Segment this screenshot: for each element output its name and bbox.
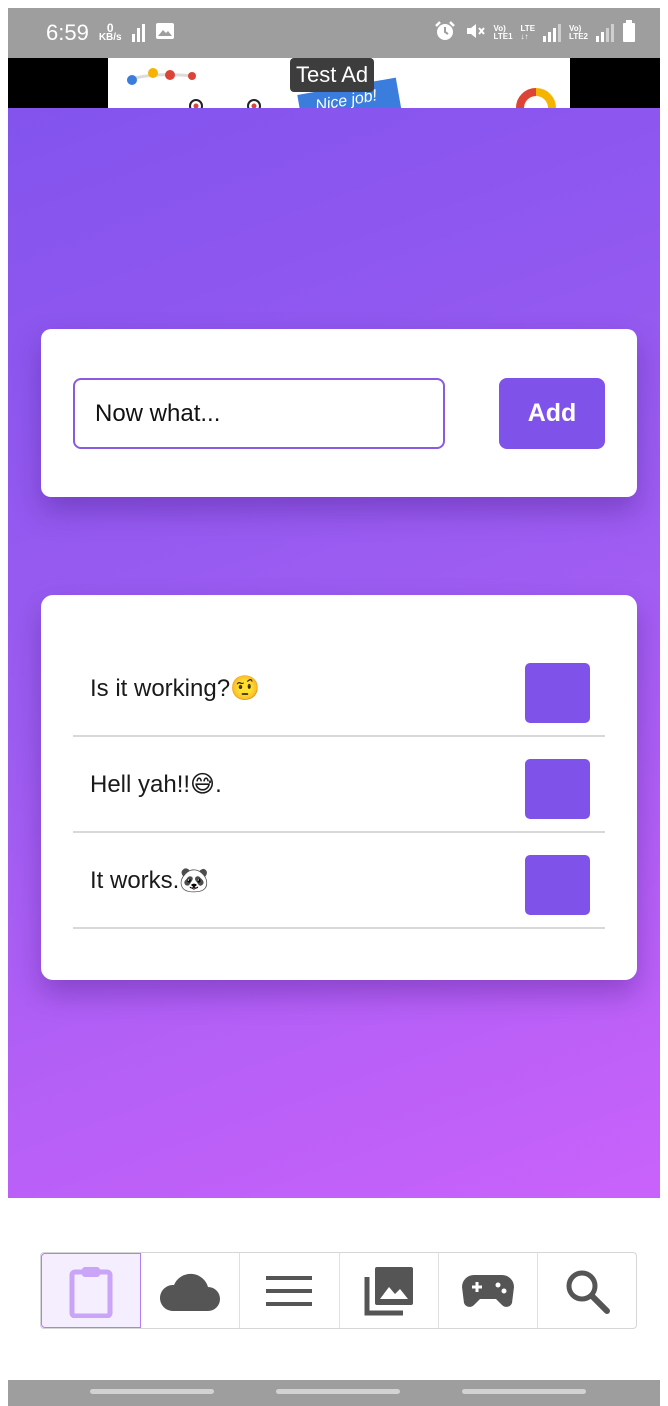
status-time: 6:59 (46, 20, 89, 45)
sim1-label-bottom: LTE1 (493, 32, 513, 41)
nav-tab-photos[interactable] (340, 1253, 439, 1328)
network-speed-unit: KB/s (98, 32, 122, 43)
todo-list-card: Is it working?🤨 Hell yah!!😅. It works.🐼 (41, 595, 637, 980)
back-button[interactable] (462, 1389, 586, 1394)
photo-library-icon (364, 1266, 413, 1315)
todo-item-text: It works.🐼 (90, 866, 210, 894)
todo-item: Is it working?🤨 (73, 641, 605, 737)
add-button[interactable]: Add (499, 378, 605, 449)
mute-icon (464, 20, 486, 47)
menu-icon (266, 1275, 313, 1306)
status-left: 6:59 0 KB/s (46, 20, 175, 46)
nav-tab-menu[interactable] (240, 1253, 340, 1328)
home-button[interactable] (276, 1389, 400, 1394)
sim1-volte-label: Vo) LTE1 (494, 25, 513, 41)
ad-banner[interactable]: Nice job! Test Ad (8, 58, 660, 108)
system-navigation-bar (8, 1380, 660, 1406)
lte-label: LTE ↓↑ (521, 25, 536, 41)
status-bar: 6:59 0 KB/s Vo) LTE1 LTE ↓↑ Vo) LTE2 (8, 8, 660, 58)
todo-item: It works.🐼 (73, 833, 605, 929)
activity-bars-icon (131, 24, 145, 42)
todo-input[interactable] (73, 378, 445, 449)
image-notification-icon (155, 22, 175, 45)
input-card: Add (41, 329, 637, 497)
signal-strength-2-icon (596, 24, 614, 42)
nav-tab-cloud[interactable] (141, 1253, 241, 1328)
todo-item-text: Hell yah!!😅. (90, 770, 222, 798)
bottom-navigation (40, 1252, 637, 1329)
status-right: Vo) LTE1 LTE ↓↑ Vo) LTE2 (434, 19, 636, 47)
signal-strength-icon (543, 24, 562, 42)
network-speed: 0 KB/s (98, 22, 122, 43)
cloud-icon (160, 1273, 221, 1311)
nav-tab-games[interactable] (439, 1253, 538, 1328)
sim2-volte-label: Vo) LTE2 (569, 25, 588, 41)
clipboard-icon (69, 1266, 113, 1318)
todo-item-action-button[interactable] (525, 759, 590, 819)
gamepad-icon (461, 1274, 514, 1307)
nav-tab-clipboard[interactable] (41, 1253, 142, 1328)
todo-item-action-button[interactable] (525, 663, 590, 723)
battery-icon (622, 19, 636, 47)
sim2-label-bottom: LTE2 (569, 32, 588, 41)
todo-item-action-button[interactable] (525, 855, 590, 915)
recent-apps-button[interactable] (90, 1389, 214, 1394)
nav-tab-search[interactable] (538, 1253, 636, 1328)
lte-arrows: ↓↑ (520, 32, 529, 41)
alarm-icon (434, 20, 456, 47)
todo-item: Hell yah!!😅. (73, 737, 605, 833)
search-icon (566, 1270, 610, 1314)
test-ad-label: Test Ad (290, 58, 375, 92)
todo-item-text: Is it working?🤨 (90, 674, 260, 702)
